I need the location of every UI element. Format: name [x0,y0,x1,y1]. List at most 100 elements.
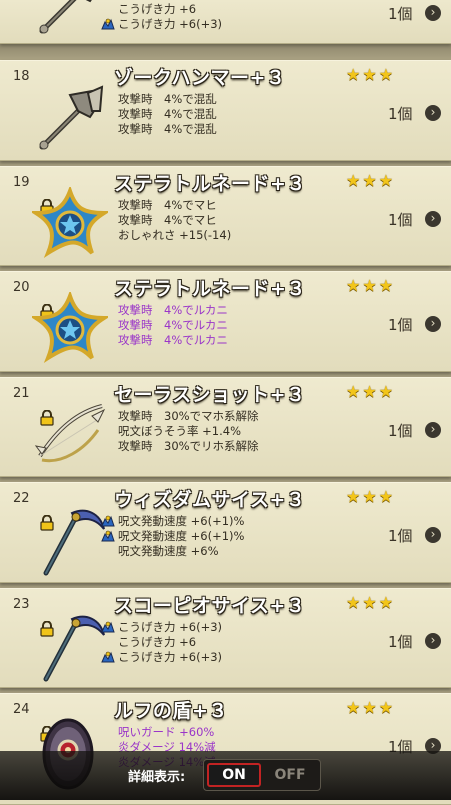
item-name: スコーピオサイス+３ [114,595,306,617]
hammer-icon [32,81,108,157]
bonus-tag-icon [101,620,115,633]
stat-line: 呪いガード +60% [118,725,216,740]
detail-display-label: 詳細表示: [128,770,186,785]
rating-stars: ★★★ [346,593,396,612]
stat-text: 攻撃時 30%でマホ系解除 [118,409,259,423]
chevron-right-icon[interactable]: › [425,316,441,332]
item-list[interactable]: こうげき力 +6 こうげき力 +6(+3) 1個 › 18 ゾークハンマー+３ ★★★ 攻撃時… [0,0,451,805]
stat-line: 呪文ぼうそう率 +1.4% [118,424,259,439]
stat-line: こうげき力 +6 [118,2,222,17]
star-boomerang-icon [29,290,111,368]
stat-text: 攻撃時 4%でマヒ [118,213,217,227]
item-quantity: 1個 [388,211,413,229]
rating-stars: ★★★ [346,276,396,295]
star-boomerang-icon [29,185,111,263]
item-name: ステラトルネード+３ [114,278,306,300]
item-number: 21 [13,386,30,401]
chevron-right-icon[interactable]: › [425,633,441,649]
detail-display-toggle[interactable]: ON OFF [203,759,321,791]
stat-line: 攻撃時 4%でマヒ [118,213,231,228]
item-number: 24 [13,702,30,717]
item-quantity: 1個 [388,316,413,334]
rating-stars: ★★★ [346,487,396,506]
item-number: 22 [13,491,30,506]
stat-text: 攻撃時 4%でルカニ [118,333,228,347]
stat-line: 攻撃時 30%でリホ系解除 [118,439,259,454]
chevron-right-icon[interactable]: › [425,527,441,543]
stat-line: 呪文発動速度 +6% [118,544,244,559]
detail-display-bar: 詳細表示: ON OFF [0,751,451,800]
item-number: 23 [13,597,30,612]
stat-line: おしゃれさ +15(-14) [118,228,231,243]
stat-line: 攻撃時 4%で混乱 [118,122,217,137]
stat-text: 攻撃時 4%でルカニ [118,303,228,317]
item-quantity: 1個 [388,422,413,440]
stat-line: 攻撃時 4%でルカニ [118,303,228,318]
stat-text: 呪文発動速度 +6(+1)% [118,514,245,528]
item-card[interactable]: 18 ゾークハンマー+３ ★★★ 攻撃時 4%で混乱 攻撃時 4%で混乱 攻撃時 4%で混… [0,60,451,161]
bonus-tag-icon [101,17,115,30]
item-card[interactable]: 19 ステラトルネード+３ ★★★ 攻撃時 4%でマヒ 攻撃時 4%でマヒ おしゃれさ +… [0,166,451,266]
chevron-right-icon[interactable]: › [425,211,441,227]
item-card[interactable]: 22 ウィズダムサイス+３ ★★★ 呪文発動速度 +6(+1)% 呪文発動速度 +6(+… [0,482,451,583]
stat-lines: 攻撃時 4%でルカニ 攻撃時 4%でルカニ 攻撃時 4%でルカニ [118,303,228,348]
bonus-tag-icon [101,529,115,542]
stat-lines: 攻撃時 4%で混乱 攻撃時 4%で混乱 攻撃時 4%で混乱 [118,92,217,137]
scythe-icon [32,609,108,685]
stat-line: 攻撃時 30%でマホ系解除 [118,409,259,424]
item-name: ルフの盾+３ [114,700,228,722]
item-number: 19 [13,175,30,190]
stat-text: こうげき力 +6(+3) [118,650,223,664]
stat-text: 呪いガード +60% [118,725,215,739]
rating-stars: ★★★ [346,171,396,190]
stat-line: こうげき力 +6(+3) [101,17,223,32]
stat-line: こうげき力 +6(+3) [101,650,223,665]
stat-lines: こうげき力 +6 こうげき力 +6(+3) [101,2,223,32]
item-card[interactable]: 23 スコーピオサイス+３ ★★★ こうげき力 +6(+3) こうげき力 +6 こうげき力… [0,588,451,688]
item-quantity: 1個 [388,527,413,545]
stat-lines: 呪文発動速度 +6(+1)% 呪文発動速度 +6(+1)% 呪文発動速度 +6% [101,514,245,559]
stat-text: 攻撃時 4%で混乱 [118,122,217,136]
item-quantity: 1個 [388,105,413,123]
stat-text: こうげき力 +6(+3) [118,17,223,31]
stat-line: 攻撃時 4%で混乱 [118,92,217,107]
chevron-right-icon[interactable]: › [425,422,441,438]
stat-line: 呪文発動速度 +6(+1)% [101,529,245,544]
stat-line: こうげき力 +6(+3) [101,620,223,635]
item-card[interactable]: 20 ステラトルネード+３ ★★★ 攻撃時 4%でルカニ 攻撃時 4%でルカニ 攻撃時 4… [0,271,451,372]
item-card[interactable]: 21 セーラスショット+３ ★★★ 攻撃時 30%でマホ系解除 呪文ぼうそう率 +1.4… [0,377,451,477]
bonus-tag-icon [101,650,115,663]
item-card[interactable]: こうげき力 +6 こうげき力 +6(+3) 1個 › [0,0,451,44]
stat-line: こうげき力 +6 [118,635,222,650]
card-separator [0,42,451,60]
stat-text: 呪文ぼうそう率 +1.4% [118,424,242,438]
chevron-right-icon[interactable]: › [425,5,441,21]
item-quantity: 1個 [388,5,413,23]
item-name: ステラトルネード+３ [114,173,306,195]
chevron-right-icon[interactable]: › [425,105,441,121]
stat-text: 呪文発動速度 +6(+1)% [118,529,245,543]
stat-line: 攻撃時 4%でルカニ [118,333,228,348]
stat-text: 攻撃時 30%でリホ系解除 [118,439,259,453]
stat-text: こうげき力 +6(+3) [118,620,223,634]
detail-on-button[interactable]: ON [207,763,261,787]
stat-line: 攻撃時 4%でマヒ [118,198,231,213]
stat-text: 呪文発動速度 +6% [118,544,219,558]
rating-stars: ★★★ [346,698,396,717]
item-number: 18 [13,69,30,84]
rating-stars: ★★★ [346,65,396,84]
stat-text: 攻撃時 4%で混乱 [118,92,217,106]
stat-text: 攻撃時 4%でルカニ [118,318,228,332]
scythe-icon [32,503,108,579]
item-name: ウィズダムサイス+３ [114,489,306,511]
hammer-icon [32,0,108,41]
detail-off-button[interactable]: OFF [264,763,316,787]
stat-line: 攻撃時 4%で混乱 [118,107,217,122]
stat-lines: こうげき力 +6(+3) こうげき力 +6 こうげき力 +6(+3) [101,620,223,665]
stat-line: 攻撃時 4%でルカニ [118,318,228,333]
stat-text: 攻撃時 4%でマヒ [118,198,217,212]
item-name: ゾークハンマー+３ [114,67,286,89]
item-quantity: 1個 [388,633,413,651]
stat-text: こうげき力 +6 [118,2,197,16]
item-name: セーラスショット+３ [114,384,306,406]
